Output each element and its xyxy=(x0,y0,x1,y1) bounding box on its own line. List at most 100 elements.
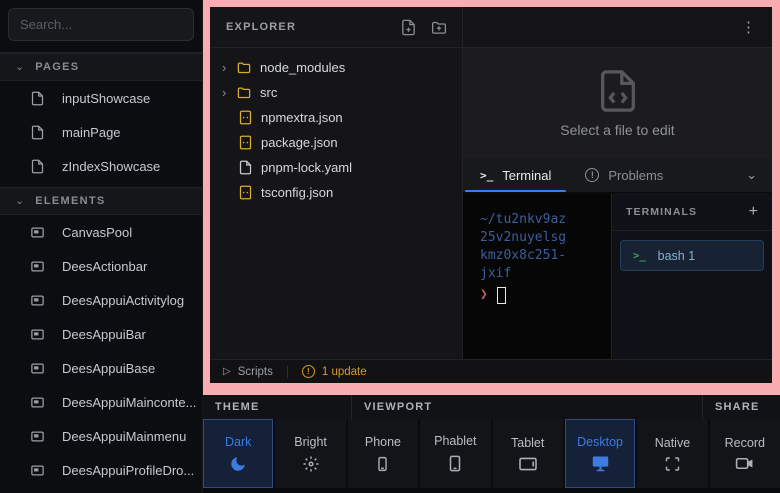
button-label: Phablet xyxy=(434,434,476,448)
terminal-line: 25v2nuyelsg xyxy=(480,229,611,247)
terminal-line: kmz0x8c251- xyxy=(480,247,611,265)
bottom-toolbar: THEME VIEWPORT SHARE Dark Bright Phone P… xyxy=(203,395,780,493)
button-label: Bright xyxy=(294,435,327,449)
sidebar-item-label: zIndexShowcase xyxy=(62,159,160,174)
update-label: 1 update xyxy=(322,366,367,378)
sidebar-item-mainpage[interactable]: mainPage xyxy=(0,115,202,149)
sidebar-item-deesappuiactivitylog[interactable]: DeesAppuiActivitylog xyxy=(0,283,202,317)
sidebar-item-canvaspool[interactable]: CanvasPool xyxy=(0,215,202,249)
moon-icon xyxy=(229,455,247,473)
warning-icon: ! xyxy=(302,365,315,378)
widget-icon xyxy=(30,395,45,410)
sidebar-item-deesappuimainmenu[interactable]: DeesAppuiMainmenu xyxy=(0,419,202,453)
viewport-phablet-button[interactable]: Phablet xyxy=(420,419,490,488)
section-label: ELEMENTS xyxy=(35,195,105,207)
button-label: Desktop xyxy=(577,435,623,449)
desktop-icon xyxy=(591,455,610,472)
tree-item-src[interactable]: › src xyxy=(210,80,462,105)
sidebar: ⌄ PAGES inputShowcase mainPage zIndexSho… xyxy=(0,0,203,493)
toolbar-bottom-strip xyxy=(203,488,780,493)
collapse-panel-icon[interactable]: ⌄ xyxy=(746,167,772,183)
chevron-down-icon: ⌄ xyxy=(15,194,24,207)
chevron-right-icon: › xyxy=(222,85,236,100)
sidebar-item-deesappuiprofiledropdown[interactable]: DeesAppuiProfileDro... xyxy=(0,453,202,487)
button-label: Phone xyxy=(365,435,401,449)
tree-item-label: npmextra.json xyxy=(261,110,343,125)
play-icon: ▷ xyxy=(223,366,231,377)
section-header-pages[interactable]: ⌄ PAGES xyxy=(0,53,202,81)
widget-icon xyxy=(30,361,45,376)
theme-dark-button[interactable]: Dark xyxy=(203,419,273,488)
viewport-native-button[interactable]: Native xyxy=(637,419,707,488)
preview-frame: EXPLORER › node_modules › xyxy=(203,0,780,395)
sidebar-item-deesappuimaincontent[interactable]: DeesAppuiMainconte... xyxy=(0,385,202,419)
editor-empty-state: Select a file to edit xyxy=(463,48,772,158)
tablet-icon xyxy=(518,456,538,472)
sidebar-item-inputshowcase[interactable]: inputShowcase xyxy=(0,81,202,115)
json-file-icon xyxy=(238,185,253,200)
scripts-button[interactable]: ▷ Scripts xyxy=(223,366,273,378)
prompt-icon: ❯ xyxy=(480,286,488,304)
share-record-button[interactable]: Record xyxy=(710,419,780,488)
panel-tabs: >_ Terminal ! Problems ⌄ xyxy=(463,158,772,193)
tree-item-label: tsconfig.json xyxy=(261,185,333,200)
sidebar-item-label: DeesAppuiActivitylog xyxy=(62,293,184,308)
terminals-title: TERMINALS xyxy=(626,206,749,218)
explorer-title: EXPLORER xyxy=(226,21,400,33)
embedded-ide: EXPLORER › node_modules › xyxy=(210,7,772,383)
update-badge[interactable]: ! 1 update xyxy=(302,365,367,378)
tab-problems[interactable]: ! Problems xyxy=(568,158,680,192)
widget-icon xyxy=(30,429,45,444)
terminal-item-bash1[interactable]: >_ bash 1 xyxy=(620,240,764,271)
viewport-desktop-button[interactable]: Desktop xyxy=(565,419,635,488)
tree-item-package-json[interactable]: package.json xyxy=(210,130,462,155)
button-label: Native xyxy=(655,436,690,450)
page-icon xyxy=(30,159,45,174)
search-input[interactable] xyxy=(8,8,194,41)
more-menu-icon[interactable]: ⋮ xyxy=(741,20,756,35)
sidebar-item-zindexshowcase[interactable]: zIndexShowcase xyxy=(0,149,202,183)
tree-item-tsconfig-json[interactable]: tsconfig.json xyxy=(210,180,462,205)
terminal-item-label: bash 1 xyxy=(658,249,696,263)
sidebar-item-label: DeesAppuiBase xyxy=(62,361,155,376)
sidebar-item-deesappuibase[interactable]: DeesAppuiBase xyxy=(0,351,202,385)
tree-item-pnpm-lock-yaml[interactable]: pnpm-lock.yaml xyxy=(210,155,462,180)
tree-item-label: pnpm-lock.yaml xyxy=(261,160,352,175)
new-file-icon[interactable] xyxy=(400,19,417,36)
explorer-header: EXPLORER xyxy=(210,7,462,48)
sidebar-item-deesappuibar[interactable]: DeesAppuiBar xyxy=(0,317,202,351)
native-icon xyxy=(664,456,681,472)
terminal-output[interactable]: ~/tu2nkv9az 25v2nuyelsg kmz0x8c251- jxif… xyxy=(463,193,611,359)
phone-icon xyxy=(374,455,391,473)
tree-item-node-modules[interactable]: › node_modules xyxy=(210,55,462,80)
empty-state-message: Select a file to edit xyxy=(560,122,674,138)
chevron-down-icon: ⌄ xyxy=(15,60,24,73)
toolbar-section-headers: THEME VIEWPORT SHARE xyxy=(203,395,780,419)
divider xyxy=(287,366,288,378)
page-icon xyxy=(30,91,45,106)
new-folder-icon[interactable] xyxy=(430,19,448,36)
phablet-icon xyxy=(446,454,464,473)
explorer-panel: EXPLORER › node_modules › xyxy=(210,7,462,359)
sidebar-item-label: DeesAppuiMainconte... xyxy=(62,395,196,410)
section-label: PAGES xyxy=(35,61,79,73)
tree-item-npmextra-json[interactable]: npmextra.json xyxy=(210,105,462,130)
section-header-elements[interactable]: ⌄ ELEMENTS xyxy=(0,187,202,215)
problems-icon: ! xyxy=(585,168,599,182)
folder-icon xyxy=(236,60,252,75)
editor-topbar: ⋮ xyxy=(463,7,772,48)
sidebar-item-label: inputShowcase xyxy=(62,91,150,106)
page-icon xyxy=(30,125,45,140)
file-icon xyxy=(238,160,253,175)
add-terminal-button[interactable]: + xyxy=(749,203,758,221)
json-file-icon xyxy=(238,135,253,150)
sidebar-item-deesactionbar[interactable]: DeesActionbar xyxy=(0,249,202,283)
button-label: Dark xyxy=(225,435,251,449)
widget-icon xyxy=(30,259,45,274)
viewport-tablet-button[interactable]: Tablet xyxy=(493,419,563,488)
viewport-phone-button[interactable]: Phone xyxy=(348,419,418,488)
tab-terminal[interactable]: >_ Terminal xyxy=(463,158,568,192)
scripts-label: Scripts xyxy=(238,366,273,378)
theme-bright-button[interactable]: Bright xyxy=(275,419,345,488)
theme-section-label: THEME xyxy=(203,395,351,419)
